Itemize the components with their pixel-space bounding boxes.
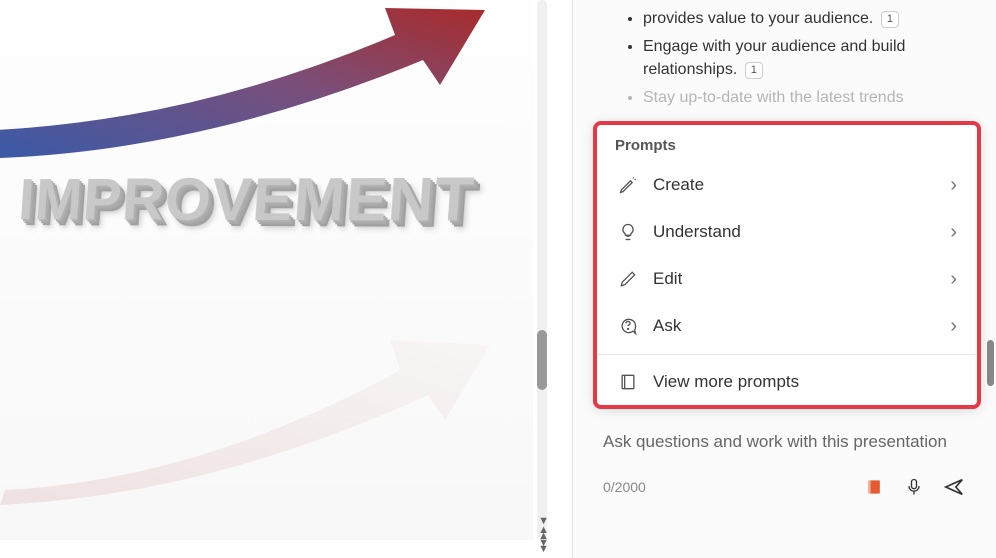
chat-question-icon (617, 315, 639, 337)
chevron-right-icon: › (950, 221, 957, 244)
prompt-create[interactable]: Create › (597, 162, 977, 209)
response-bullets: provides value to your audience. 1 Engag… (593, 0, 981, 126)
copilot-panel: provides value to your audience. 1 Engag… (573, 0, 996, 558)
upward-arrow-graphic (0, 0, 525, 160)
bullet-item: Engage with your audience and build rela… (643, 36, 981, 81)
prompt-label: Understand (653, 222, 950, 242)
prompt-label: View more prompts (653, 372, 957, 392)
slide-preview: IMPROVEMENT ▼ ▲▲ ▼▼ (0, 0, 573, 558)
slide-scrollbar-thumb[interactable] (537, 330, 547, 390)
bullet-item-truncated: Stay up-to-date with the latest trends (643, 87, 981, 109)
prompts-book-icon[interactable] (857, 470, 891, 504)
chevron-right-icon: › (950, 315, 957, 338)
prompt-ask[interactable]: Ask › (597, 303, 977, 350)
bullet-text: provides value to your audience. (643, 10, 873, 27)
input-placeholder[interactable]: Ask questions and work with this present… (597, 431, 977, 466)
bullet-text: Engage with your audience and build rela… (643, 38, 905, 77)
prompt-label: Ask (653, 316, 950, 336)
char-count: 0/2000 (603, 479, 851, 495)
microphone-icon[interactable] (897, 470, 931, 504)
bullet-item: provides value to your audience. 1 (643, 8, 981, 30)
prompt-label: Edit (653, 269, 950, 289)
reference-badge[interactable]: 1 (881, 11, 899, 28)
send-icon[interactable] (937, 470, 971, 504)
pencil-icon (617, 268, 639, 290)
chevron-right-icon: › (950, 268, 957, 291)
input-footer: 0/2000 (597, 466, 977, 508)
nav-double-down-icon[interactable]: ▼▼ (538, 540, 549, 553)
bullet-text: Stay up-to-date with the latest trends (643, 89, 904, 106)
lightbulb-icon (617, 221, 639, 243)
slide-nav-arrows[interactable]: ▼ ▲▲ ▼▼ (538, 515, 549, 553)
prompt-understand[interactable]: Understand › (597, 209, 977, 256)
panel-scrollbar-thumb[interactable] (987, 340, 994, 386)
book-icon (617, 371, 639, 393)
chevron-right-icon: › (950, 174, 957, 197)
prompt-edit[interactable]: Edit › (597, 256, 977, 303)
slide-scrollbar-track[interactable] (537, 0, 547, 540)
prompts-card: Prompts Create › Understand › Edit › (593, 121, 981, 409)
slide-canvas: IMPROVEMENT (0, 0, 533, 540)
divider (597, 354, 977, 355)
prompt-label: Create (653, 175, 950, 195)
chat-input-area[interactable]: Ask questions and work with this present… (593, 431, 981, 508)
pen-sparkle-icon (617, 174, 639, 196)
prompt-view-more[interactable]: View more prompts (597, 359, 977, 405)
prompts-header: Prompts (597, 125, 977, 162)
slide-headline: IMPROVEMENT (17, 164, 478, 235)
reference-badge[interactable]: 1 (745, 62, 763, 79)
arrow-reflection (0, 270, 530, 530)
